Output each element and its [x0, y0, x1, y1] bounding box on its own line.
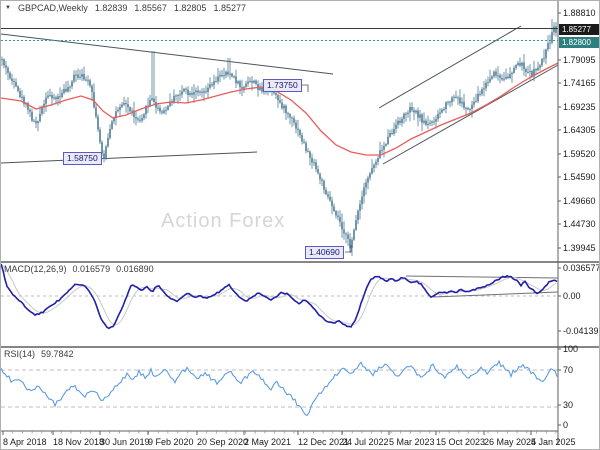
macd-name: MACD(12,26,9): [4, 264, 67, 274]
y-axis-price-label: 1.79095: [563, 55, 596, 65]
y-axis-price-label: 1.54590: [563, 172, 596, 182]
y-axis-price-label: 1.74165: [563, 78, 596, 88]
x-axis-date-label: 5 Mar 2023: [389, 437, 435, 447]
price-badge-last: 1.85277: [559, 23, 599, 35]
trendline[interactable]: [378, 25, 522, 109]
price-level-label[interactable]: 1.73750: [263, 79, 302, 92]
macd-axis-label: -0.041393: [563, 326, 600, 336]
ohlc-close: 1.85277: [213, 3, 246, 13]
label-connector: [302, 84, 309, 92]
rsi-name: RSI(14): [4, 349, 36, 359]
chart-title-bar: ▼ GBPCAD,Weekly 1.82839 1.85567 1.82805 …: [5, 3, 246, 13]
macd-axis-label: 0.00: [563, 291, 581, 301]
x-axis-date-label: 9 Feb 2020: [148, 437, 194, 447]
ohlc-high: 1.85567: [134, 3, 167, 13]
trendline[interactable]: [382, 64, 559, 165]
x-axis-date-label: 24 Jul 2022: [342, 437, 389, 447]
watermark: Action Forex: [161, 210, 286, 232]
x-axis-date-label: 26 May 2024: [484, 437, 536, 447]
rsi-value: 59.7842: [41, 349, 74, 359]
y-axis-price-label: 1.44730: [563, 219, 596, 229]
y-axis-price-label: 1.88810: [563, 8, 596, 18]
x-axis-date-label: 5 Jan 2025: [531, 437, 576, 447]
rsi-axis-label: 30: [563, 400, 573, 410]
x-axis-date-label: 8 Apr 2018: [3, 437, 47, 447]
price-level-label[interactable]: 1.40690: [305, 246, 344, 259]
rsi-axis-label: 100: [563, 344, 578, 354]
x-axis-date-label: 18 Nov 2018: [53, 437, 104, 447]
chart-window: 1.88810 1.79095 1.74165 1.69235 1.64305 1.595…: [0, 0, 600, 450]
macd-axis-label: 0.036577: [563, 263, 600, 273]
x-axis-date-label: 2 May 2021: [244, 437, 291, 447]
x-axis-date-label: 30 Jun 2019: [100, 437, 150, 447]
symbol-period-label: GBPCAD,Weekly: [17, 3, 88, 13]
price-level-label[interactable]: 1.58750: [63, 152, 102, 165]
y-axis-price-label: 1.39945: [563, 243, 596, 253]
rsi-axis-label: 0: [563, 420, 568, 430]
rsi-panel[interactable]: [1, 359, 558, 417]
macd-value-2: 0.016890: [116, 264, 154, 274]
x-axis-date-label: 20 Sep 2020: [197, 437, 248, 447]
chart-canvas[interactable]: 1.88810 1.79095 1.74165 1.69235 1.64305 1.595…: [1, 1, 600, 450]
y-axis-price-label: 1.59520: [563, 149, 596, 159]
ohlc-open: 1.82839: [94, 3, 128, 13]
x-axis-date-label: 15 Oct 2023: [436, 437, 485, 447]
rsi-axis-label: 70: [563, 365, 573, 375]
macd-value-1: 0.016579: [72, 264, 111, 274]
y-axis-price-label: 1.49660: [563, 196, 596, 206]
price-badge-bid: 1.82800: [559, 36, 599, 48]
symbol-dropdown-icon[interactable]: ▼: [5, 5, 11, 11]
rsi-indicator-label: RSI(14) 59.7842: [4, 349, 74, 359]
macd-trendline[interactable]: [405, 275, 559, 279]
ohlc-low: 1.82805: [173, 3, 207, 13]
macd-indicator-label: MACD(12,26,9) 0.016579 0.016890: [4, 264, 154, 274]
y-axis-price-label: 1.69235: [563, 102, 596, 112]
y-axis-price-label: 1.64305: [563, 125, 596, 135]
trendline[interactable]: [1, 151, 258, 164]
